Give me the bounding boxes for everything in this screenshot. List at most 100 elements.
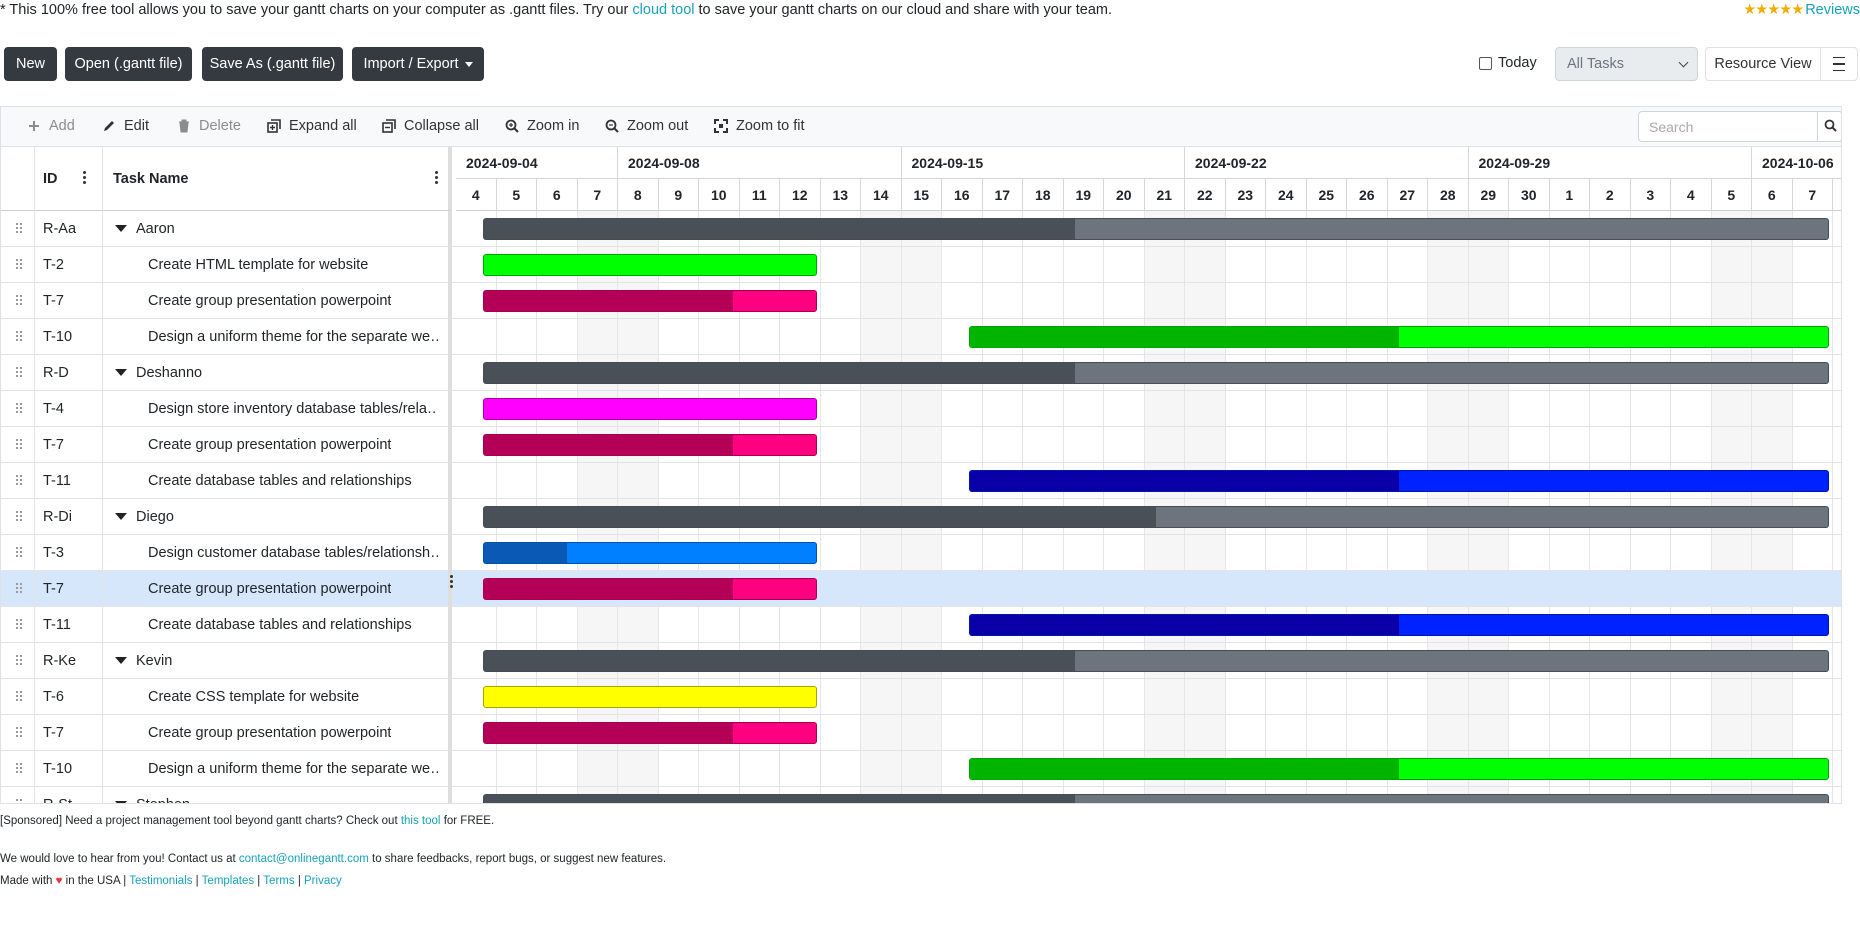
- resource-group-row[interactable]: R-D Deshanno: [1, 355, 1841, 391]
- task-name-cell[interactable]: Create database tables and relationships: [148, 607, 412, 642]
- resource-summary-bar[interactable]: [482, 362, 1829, 384]
- today-toggle[interactable]: Today: [1479, 55, 1537, 71]
- contact-email-link[interactable]: contact@onlinegantt.com: [239, 853, 369, 865]
- task-row[interactable]: T-2 Create HTML template for website: [1, 247, 1841, 283]
- task-row[interactable]: T-4 Design store inventory database table…: [1, 391, 1841, 427]
- zoom-to-fit-button[interactable]: Zoom to fit: [714, 118, 805, 134]
- menu-icon[interactable]: [1820, 47, 1858, 81]
- task-name-cell[interactable]: Stephen: [115, 787, 190, 803]
- task-bar[interactable]: [968, 326, 1829, 348]
- drag-handle-icon[interactable]: [16, 367, 22, 378]
- task-bar[interactable]: [482, 434, 817, 456]
- search-button[interactable]: [1817, 111, 1841, 142]
- import-export-dropdown[interactable]: Import / Export: [352, 47, 484, 81]
- name-column-menu-icon[interactable]: [435, 171, 438, 186]
- search-input[interactable]: Search: [1638, 111, 1818, 142]
- id-column-menu-icon[interactable]: [83, 171, 86, 186]
- testimonials-link[interactable]: Testimonials: [129, 875, 192, 887]
- add-task-button[interactable]: Add: [27, 118, 75, 134]
- resource-summary-bar[interactable]: [482, 218, 1829, 240]
- drag-handle-icon[interactable]: [16, 655, 22, 666]
- task-bar[interactable]: [482, 542, 817, 564]
- drag-handle-icon[interactable]: [16, 727, 22, 738]
- task-bar[interactable]: [968, 758, 1829, 780]
- task-name-cell[interactable]: Design a uniform theme for the separate …: [148, 319, 438, 354]
- new-button[interactable]: New: [4, 47, 57, 81]
- task-row[interactable]: T-6 Create CSS template for website: [1, 679, 1841, 715]
- resource-summary-bar[interactable]: [482, 650, 1829, 672]
- resource-summary-bar[interactable]: [482, 506, 1829, 528]
- task-bar[interactable]: [482, 578, 817, 600]
- task-row[interactable]: T-7 Create group presentation powerpoint: [1, 427, 1841, 463]
- task-name-cell[interactable]: Create CSS template for website: [148, 679, 359, 714]
- drag-handle-icon[interactable]: [16, 439, 22, 450]
- task-name-cell[interactable]: Aaron: [115, 211, 175, 246]
- drag-handle-icon[interactable]: [16, 223, 22, 234]
- resource-view-button[interactable]: Resource View: [1705, 47, 1821, 81]
- delete-task-button[interactable]: Delete: [177, 118, 241, 134]
- expand-all-button[interactable]: Expand all: [267, 118, 357, 134]
- drag-handle-icon[interactable]: [16, 619, 22, 630]
- task-bar[interactable]: [482, 254, 817, 276]
- terms-link[interactable]: Terms: [263, 875, 294, 887]
- task-row[interactable]: T-10 Design a uniform theme for the separ…: [1, 319, 1841, 355]
- drag-handle-icon[interactable]: [16, 511, 22, 522]
- task-name-cell[interactable]: Create group presentation powerpoint: [148, 715, 391, 750]
- task-name-cell[interactable]: Diego: [115, 499, 174, 534]
- collapse-caret-icon[interactable]: [115, 657, 127, 664]
- task-name-cell[interactable]: Design store inventory database tables/r…: [148, 391, 438, 426]
- drag-handle-icon[interactable]: [16, 403, 22, 414]
- collapse-caret-icon[interactable]: [115, 801, 127, 803]
- task-row[interactable]: T-3 Design customer database tables/relat…: [1, 535, 1841, 571]
- task-name-cell[interactable]: Kevin: [115, 643, 172, 678]
- drag-handle-icon[interactable]: [16, 583, 22, 594]
- task-name-cell[interactable]: Create group presentation powerpoint: [148, 283, 391, 318]
- task-name-cell[interactable]: Create group presentation powerpoint: [148, 571, 391, 606]
- task-name-cell[interactable]: Design customer database tables/relation…: [148, 535, 438, 570]
- zoom-out-button[interactable]: Zoom out: [605, 118, 688, 134]
- collapse-caret-icon[interactable]: [115, 513, 127, 520]
- collapse-caret-icon[interactable]: [115, 369, 127, 376]
- task-name-cell[interactable]: Create HTML template for website: [148, 247, 368, 282]
- drag-handle-icon[interactable]: [16, 331, 22, 342]
- reviews-label[interactable]: Reviews: [1805, 2, 1860, 18]
- drag-handle-icon[interactable]: [16, 763, 22, 774]
- task-row[interactable]: T-10 Design a uniform theme for the separ…: [1, 751, 1841, 787]
- task-bar[interactable]: [482, 290, 817, 312]
- task-name-cell[interactable]: Design a uniform theme for the separate …: [148, 751, 438, 786]
- privacy-link[interactable]: Privacy: [304, 875, 342, 887]
- task-name-cell[interactable]: Deshanno: [115, 355, 202, 390]
- resource-summary-bar[interactable]: [482, 794, 1829, 803]
- today-checkbox[interactable]: [1479, 56, 1492, 70]
- sponsored-link[interactable]: this tool: [401, 815, 441, 827]
- task-row[interactable]: T-7 Create group presentation powerpoint: [1, 283, 1841, 319]
- task-name-column-header[interactable]: Task Name: [113, 147, 189, 211]
- task-bar[interactable]: [482, 722, 817, 744]
- task-bar[interactable]: [968, 470, 1829, 492]
- resource-group-row[interactable]: R-Di Diego: [1, 499, 1841, 535]
- resource-group-row[interactable]: R-Ke Kevin: [1, 643, 1841, 679]
- collapse-caret-icon[interactable]: [115, 225, 127, 232]
- drag-handle-icon[interactable]: [16, 259, 22, 270]
- task-filter-select[interactable]: All Tasks: [1555, 47, 1698, 81]
- save-as-button[interactable]: Save As (.gantt file): [202, 47, 343, 81]
- zoom-in-button[interactable]: Zoom in: [505, 118, 579, 134]
- id-column-header[interactable]: ID: [43, 147, 58, 211]
- task-row[interactable]: T-11 Create database tables and relations…: [1, 463, 1841, 499]
- drag-handle-icon[interactable]: [16, 475, 22, 486]
- task-row[interactable]: T-7 Create group presentation powerpoint: [1, 571, 1841, 607]
- task-bar[interactable]: [968, 614, 1829, 636]
- drag-handle-icon[interactable]: [16, 295, 22, 306]
- cloud-tool-link[interactable]: cloud tool: [632, 2, 694, 18]
- task-name-cell[interactable]: Create group presentation powerpoint: [148, 427, 391, 462]
- task-row[interactable]: T-7 Create group presentation powerpoint: [1, 715, 1841, 751]
- open-file-button[interactable]: Open (.gantt file): [65, 47, 192, 81]
- templates-link[interactable]: Templates: [202, 875, 254, 887]
- panel-resize-handle-icon[interactable]: [450, 575, 453, 590]
- reviews-link[interactable]: ★★★★★ Reviews: [1743, 2, 1860, 18]
- resource-group-row[interactable]: R-Aa Aaron: [1, 211, 1841, 247]
- edit-task-button[interactable]: Edit: [102, 118, 149, 134]
- resource-group-row[interactable]: R-St Stephen: [1, 787, 1841, 803]
- task-bar[interactable]: [482, 398, 817, 420]
- drag-handle-icon[interactable]: [16, 799, 22, 803]
